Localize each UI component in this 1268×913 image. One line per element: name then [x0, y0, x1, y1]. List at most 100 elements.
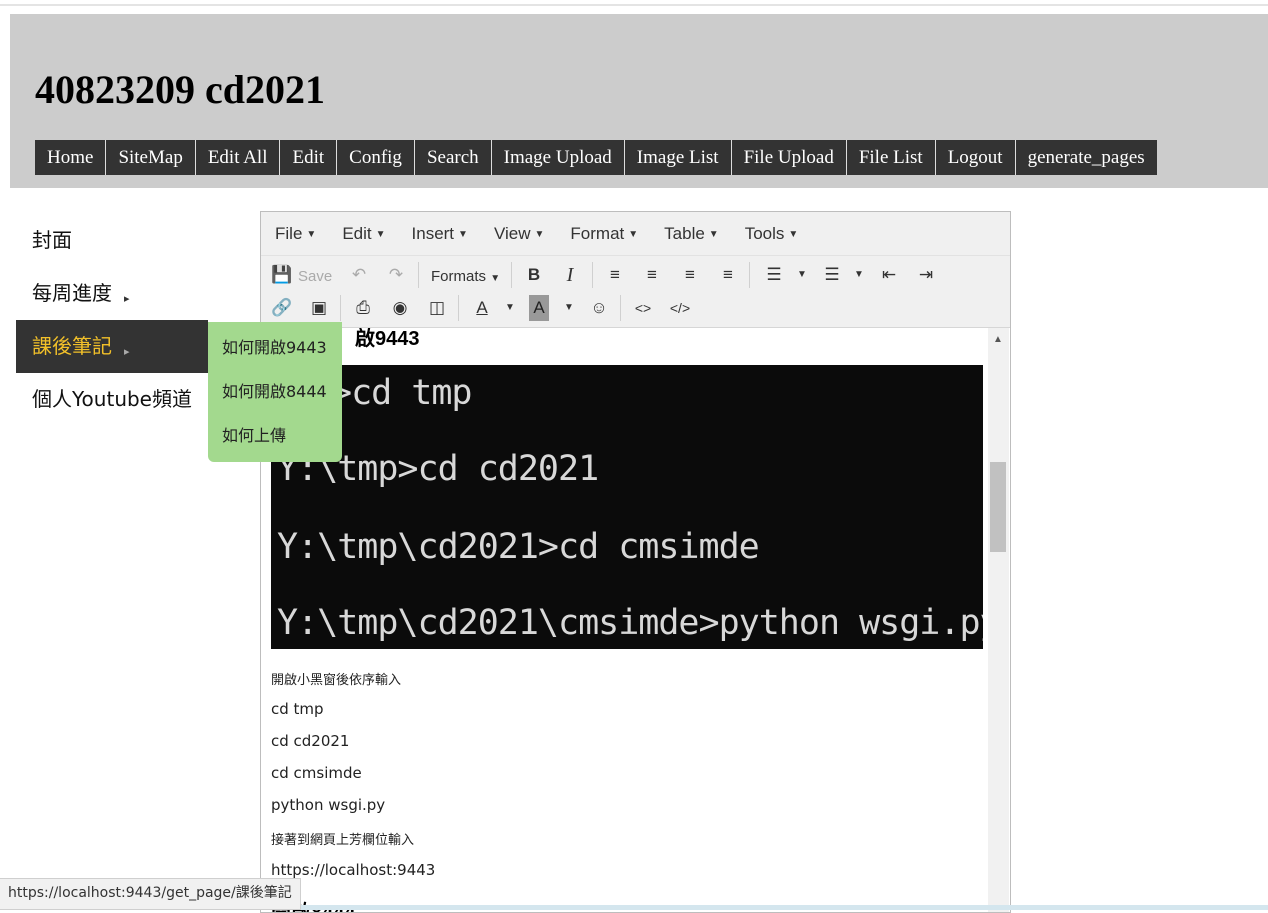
nav-edit-all[interactable]: Edit All	[195, 140, 281, 175]
terminal-line: Y:\tmp\cd2021\cmsimde>python wsgi.py	[277, 603, 983, 643]
menu-insert[interactable]: Insert ▼	[404, 224, 476, 244]
menu-label: Table	[664, 223, 705, 243]
paragraph: cd cd2021	[271, 732, 350, 750]
formats-dropdown[interactable]: Formats ▼	[431, 268, 500, 285]
bold-icon[interactable]: B	[521, 262, 547, 288]
nav-image-upload[interactable]: Image Upload	[491, 140, 625, 175]
caret-down-icon: ▼	[375, 228, 386, 240]
caret-down-icon: ▼	[788, 228, 799, 240]
editor-scrollbar[interactable]: ▲	[988, 328, 1009, 912]
nav-sitemap[interactable]: SiteMap	[106, 140, 196, 175]
top-border	[0, 0, 1268, 6]
rich-text-editor: File ▼ Edit ▼ Insert ▼ View ▼ Format ▼ Table ▼…	[260, 211, 1011, 913]
paragraph: cd tmp	[271, 700, 324, 718]
sidebar-item-weekly-progress[interactable]: 每周進度 ▸	[16, 267, 208, 320]
main-nav: Home SiteMap Edit All Edit Config Search…	[35, 140, 1157, 175]
sidebar-item-cover[interactable]: 封面	[16, 214, 208, 267]
editor-toolbar: 💾 Save ↶ ↷ Formats ▼ B I ≡ ≡ ≡ ≡ ☰ ▼ ☰ ▼…	[261, 256, 1010, 328]
nav-edit[interactable]: Edit	[280, 140, 338, 175]
paragraph: cd cmsimde	[271, 764, 362, 782]
nav-logout[interactable]: Logout	[935, 140, 1016, 175]
nav-image-list[interactable]: Image List	[624, 140, 732, 175]
site-title: 40823209 cd2021	[35, 67, 325, 112]
caret-down-icon: ▼	[708, 228, 719, 240]
link-icon[interactable]: 🔗	[269, 295, 295, 321]
nav-search[interactable]: Search	[414, 140, 492, 175]
background-color-icon[interactable]: A	[529, 295, 549, 321]
undo-icon[interactable]: ↶	[346, 262, 372, 288]
submenu-item-open-8444[interactable]: 如何開啟8444	[208, 366, 342, 410]
nav-config[interactable]: Config	[337, 140, 415, 175]
section-heading: 啟9443	[355, 328, 420, 350]
emoticons-icon[interactable]: ☺	[586, 295, 612, 321]
preview-eye-icon[interactable]: ◉	[387, 295, 413, 321]
print-icon[interactable]: ⎙	[350, 295, 376, 321]
media-icon[interactable]: ◫	[424, 295, 450, 321]
code-sample-icon[interactable]: <>	[630, 295, 656, 321]
menu-label: Format	[570, 223, 625, 243]
nav-home[interactable]: Home	[35, 140, 107, 175]
source-code-icon[interactable]: </>	[667, 295, 693, 321]
outdent-icon[interactable]: ⇤	[876, 262, 902, 288]
sidebar-menu: 封面 每周進度 ▸ 課後筆記 ▸ 個人Youtube頻道	[16, 214, 208, 426]
bullet-list-icon[interactable]: ☰	[761, 262, 787, 288]
toolbar-divider	[620, 295, 621, 321]
menu-label: Insert	[411, 223, 455, 243]
align-justify-icon[interactable]: ≡	[715, 262, 741, 288]
menu-format[interactable]: Format ▼	[562, 224, 646, 244]
menu-label: Tools	[744, 223, 785, 243]
sidebar-item-label: 課後筆記	[32, 334, 112, 358]
paragraph: https://localhost:9443	[271, 861, 436, 879]
toolbar-divider	[592, 262, 593, 288]
toolbar-divider	[749, 262, 750, 288]
menu-label: Edit	[342, 223, 372, 243]
redo-icon[interactable]: ↷	[383, 262, 409, 288]
chevron-right-icon: ▸	[124, 292, 130, 305]
caret-down-icon[interactable]: ▼	[497, 295, 523, 321]
nav-file-list[interactable]: File List	[846, 140, 936, 175]
scrollbar-thumb[interactable]	[990, 462, 1006, 552]
caret-down-icon: ▼	[306, 228, 317, 240]
align-left-icon[interactable]: ≡	[602, 262, 628, 288]
terminal-line: >cd tmp	[331, 373, 473, 413]
menu-file[interactable]: File ▼	[267, 224, 324, 244]
save-icon[interactable]: 💾	[269, 262, 295, 288]
sidebar-item-label: 封面	[32, 228, 72, 252]
toolbar-divider	[340, 295, 341, 321]
nav-file-upload[interactable]: File Upload	[731, 140, 847, 175]
paragraph: python wsgi.py	[271, 796, 386, 814]
indent-icon[interactable]: ⇥	[913, 262, 939, 288]
menu-view[interactable]: View ▼	[486, 224, 552, 244]
caret-down-icon[interactable]: ▼	[556, 295, 582, 321]
align-right-icon[interactable]: ≡	[677, 262, 703, 288]
numbered-list-icon[interactable]: ☰	[819, 262, 845, 288]
sidebar-item-youtube[interactable]: 個人Youtube頻道	[16, 373, 208, 426]
status-bar-url: https://localhost:9443/get_page/課後筆記	[0, 878, 301, 910]
submenu-class-notes: 如何開啟9443 如何開啟8444 如何上傳	[208, 322, 342, 462]
caret-down-icon[interactable]: ▼	[789, 262, 815, 288]
sidebar-item-label: 每周進度	[32, 281, 112, 305]
text-color-icon[interactable]: A	[469, 295, 495, 321]
submenu-item-open-9443[interactable]: 如何開啟9443	[208, 322, 342, 366]
sidebar-item-class-notes[interactable]: 課後筆記 ▸	[16, 320, 208, 373]
scroll-up-icon[interactable]: ▲	[993, 334, 1003, 345]
submenu-item-upload[interactable]: 如何上傳	[208, 410, 342, 454]
menu-label: File	[275, 223, 303, 243]
terminal-line: Y:\tmp\cd2021>cd cmsimde	[277, 527, 760, 567]
align-center-icon[interactable]: ≡	[639, 262, 665, 288]
caret-down-icon[interactable]: ▼	[846, 262, 872, 288]
caret-down-icon: ▼	[534, 228, 545, 240]
toolbar-divider	[418, 262, 419, 288]
italic-icon[interactable]: I	[557, 262, 583, 288]
nav-generate-pages[interactable]: generate_pages	[1015, 140, 1157, 175]
menu-tools[interactable]: Tools ▼	[737, 224, 807, 244]
menu-table[interactable]: Table ▼	[656, 224, 727, 244]
caret-down-icon: ▼	[628, 228, 639, 240]
terminal-screenshot: >cd tmp Y:\tmp>cd cd2021 Y:\tmp\cd2021>c…	[271, 365, 983, 649]
menu-edit[interactable]: Edit ▼	[334, 224, 393, 244]
save-button[interactable]: Save	[298, 268, 332, 285]
image-icon[interactable]: ▣	[306, 295, 332, 321]
toolbar-divider	[458, 295, 459, 321]
editor-content[interactable]: 啟9443 >cd tmp Y:\tmp>cd cd2021 Y:\tmp\cd…	[261, 328, 988, 912]
menu-label: View	[493, 223, 531, 243]
